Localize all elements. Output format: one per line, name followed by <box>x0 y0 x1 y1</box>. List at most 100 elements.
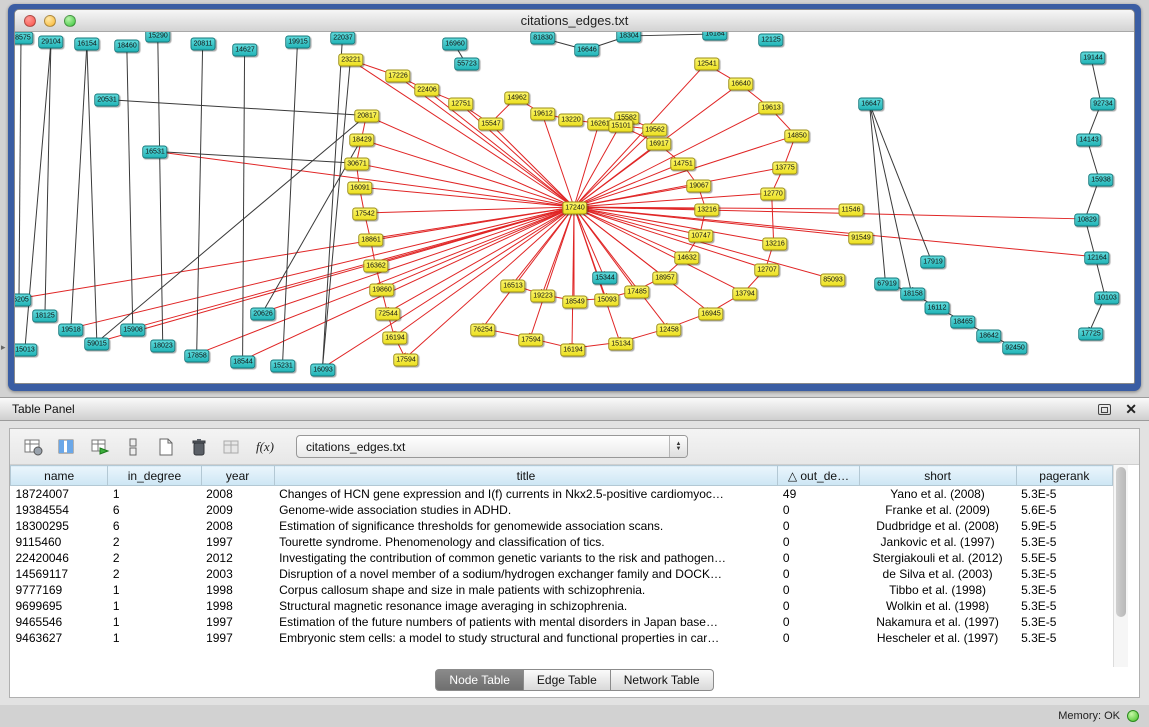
graph-node[interactable]: 12707 <box>754 264 779 277</box>
graph-node[interactable]: 17240 <box>562 202 587 215</box>
graph-node[interactable]: 20531 <box>94 94 119 107</box>
column-header-name[interactable]: name <box>11 466 108 486</box>
graph-node[interactable]: 18125 <box>32 310 57 323</box>
column-header-year[interactable]: year <box>201 466 274 486</box>
graph-node[interactable]: 12541 <box>694 58 719 71</box>
graph-node[interactable]: 81830 <box>530 32 555 45</box>
column-header-short[interactable]: short <box>859 466 1016 486</box>
new-table-icon[interactable] <box>154 435 178 459</box>
graph-node[interactable]: 18549 <box>562 296 587 309</box>
zoom-window-button[interactable] <box>64 15 76 27</box>
minimize-window-button[interactable] <box>44 15 56 27</box>
graph-node[interactable]: 29104 <box>38 36 63 49</box>
graph-node[interactable]: 59015 <box>84 338 109 351</box>
graph-node[interactable]: 17594 <box>518 334 543 347</box>
graph-node[interactable]: 18158 <box>900 288 925 301</box>
network-window-titlebar[interactable]: citations_edges.txt <box>15 10 1134 32</box>
graph-node[interactable]: 92734 <box>1090 98 1115 111</box>
graph-node[interactable]: 11546 <box>839 204 864 217</box>
graph-node[interactable]: 18304 <box>616 32 641 43</box>
graph-node[interactable]: 12125 <box>758 34 783 47</box>
table-row[interactable]: 946554611997Estimation of the future num… <box>11 614 1113 630</box>
graph-node[interactable]: 16917 <box>646 138 671 151</box>
graph-node[interactable]: 16646 <box>574 44 599 57</box>
graph-node[interactable]: 20626 <box>250 308 275 321</box>
float-panel-icon[interactable] <box>1098 404 1111 415</box>
graph-node[interactable]: 14962 <box>504 92 529 105</box>
tab-network-table[interactable]: Network Table <box>611 669 714 691</box>
graph-node[interactable]: 18957 <box>652 272 677 285</box>
table-row[interactable]: 1872400712008Changes of HCN gene express… <box>11 486 1113 502</box>
tab-edge-table[interactable]: Edge Table <box>524 669 611 691</box>
graph-node[interactable]: 13216 <box>694 204 719 217</box>
graph-node[interactable]: 13216 <box>762 238 787 251</box>
column-header-title[interactable]: title <box>274 466 778 486</box>
graph-node[interactable]: 22037 <box>330 32 355 45</box>
graph-node[interactable]: 16194 <box>382 332 407 345</box>
graph-node[interactable]: 22406 <box>414 84 439 97</box>
graph-node[interactable]: 19067 <box>686 180 711 193</box>
row-height-icon[interactable] <box>121 435 145 459</box>
graph-node[interactable]: 19915 <box>285 36 310 49</box>
close-window-button[interactable] <box>24 15 36 27</box>
graph-node[interactable]: 16184 <box>702 32 727 41</box>
column-header-out-de[interactable]: △ out_de… <box>778 466 859 486</box>
table-row[interactable]: 969969511998Structural magnetic resonanc… <box>11 598 1113 614</box>
graph-node[interactable]: 19612 <box>530 108 555 121</box>
graph-node[interactable]: 16362 <box>363 260 388 273</box>
tab-node-table[interactable]: Node Table <box>435 669 524 691</box>
table-row[interactable]: 1830029562008Estimation of significance … <box>11 518 1113 534</box>
graph-node[interactable]: 16647 <box>858 98 883 111</box>
graph-node[interactable]: 18575 <box>15 32 34 45</box>
panel-collapse-arrow[interactable]: ▸ <box>1 342 6 353</box>
graph-node[interactable]: 17226 <box>385 70 410 83</box>
import-table-icon[interactable] <box>88 435 112 459</box>
graph-node[interactable]: 20811 <box>191 38 216 51</box>
graph-node[interactable]: 18023 <box>150 340 175 353</box>
graph-node[interactable]: 18544 <box>230 356 255 369</box>
graph-node[interactable]: 16513 <box>500 280 525 293</box>
graph-node[interactable]: 23221 <box>338 54 363 67</box>
table-selector-dropdown[interactable]: citations_edges.txt ▲▼ <box>296 435 688 458</box>
graph-node[interactable]: 12770 <box>760 188 785 201</box>
graph-node[interactable]: 19562 <box>642 124 667 137</box>
graph-node[interactable]: 13220 <box>558 114 583 127</box>
graph-node[interactable]: 19223 <box>530 290 555 303</box>
graph-node[interactable]: 85093 <box>820 274 845 287</box>
column-header-pagerank[interactable]: pagerank <box>1016 466 1112 486</box>
graph-node[interactable]: 17725 <box>1078 328 1103 341</box>
graph-node[interactable]: 16531 <box>142 146 167 159</box>
graph-node[interactable]: 14143 <box>1076 134 1101 147</box>
table-row[interactable]: 1938455462009Genome-wide association stu… <box>11 502 1113 518</box>
graph-node[interactable]: 17919 <box>920 256 945 269</box>
table-row[interactable]: 911546021997Tourette syndrome. Phenomeno… <box>11 534 1113 550</box>
graph-node[interactable]: 13775 <box>772 162 797 175</box>
graph-node[interactable]: 18465 <box>950 316 975 329</box>
graph-node[interactable]: 16640 <box>728 78 753 91</box>
graph-node[interactable]: 76254 <box>470 324 495 337</box>
graph-node[interactable]: 15290 <box>145 32 170 43</box>
graph-node[interactable]: 20817 <box>354 110 379 123</box>
graph-node[interactable]: 16945 <box>698 308 723 321</box>
table-row[interactable]: 1456911722003Disruption of a novel membe… <box>11 566 1113 582</box>
graph-node[interactable]: 15344 <box>592 272 617 285</box>
function-builder-icon[interactable]: f(x) <box>253 435 277 459</box>
table-row[interactable]: 946362711997Embryonic stem cells: a mode… <box>11 630 1113 646</box>
graph-node[interactable]: 91549 <box>848 232 873 245</box>
scrollbar-thumb[interactable] <box>1116 467 1126 617</box>
graph-node[interactable]: 19144 <box>1080 52 1105 65</box>
column-visibility-icon[interactable] <box>55 435 79 459</box>
column-header-in-degree[interactable]: in_degree <box>108 466 201 486</box>
graph-node[interactable]: 19518 <box>58 324 83 337</box>
graph-node[interactable]: 16154 <box>74 38 99 51</box>
graph-node[interactable]: 17594 <box>393 354 418 367</box>
delete-table-icon[interactable] <box>187 435 211 459</box>
graph-node[interactable]: 10829 <box>1074 214 1099 227</box>
graph-node[interactable]: 15101 <box>608 120 633 133</box>
graph-node[interactable]: 15938 <box>1088 174 1113 187</box>
graph-node[interactable]: 16112 <box>925 302 950 315</box>
table-settings-icon[interactable] <box>22 435 46 459</box>
graph-node[interactable]: 18460 <box>114 40 139 53</box>
graph-node[interactable]: 18642 <box>976 330 1001 343</box>
graph-node[interactable]: 30671 <box>344 158 369 171</box>
